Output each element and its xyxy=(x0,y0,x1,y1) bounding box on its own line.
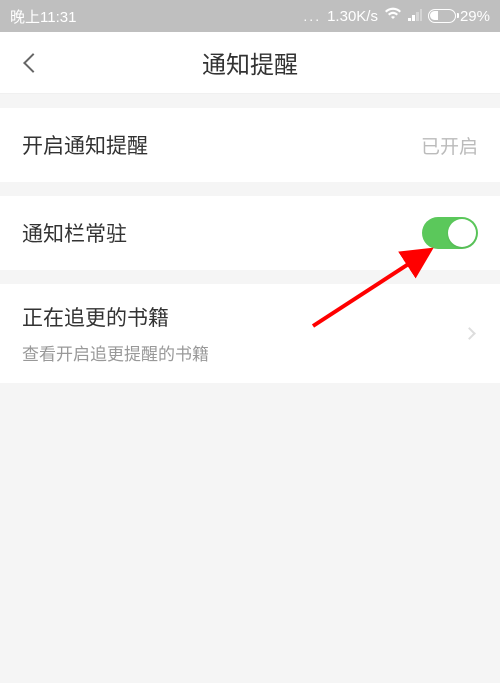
status-right: ... 1.30K/s 29% xyxy=(303,7,490,25)
battery-icon: 29% xyxy=(428,8,490,25)
network-speed: 1.30K/s xyxy=(327,8,378,25)
row-label: 正在追更的书籍 xyxy=(22,302,209,332)
signal-icon xyxy=(408,8,422,25)
nav-header: 通知提醒 xyxy=(0,32,500,94)
row-label: 通知栏常驻 xyxy=(22,218,127,248)
section-gap xyxy=(0,94,500,108)
chevron-right-icon xyxy=(463,327,476,340)
status-dots-icon: ... xyxy=(303,8,321,24)
back-button[interactable] xyxy=(18,48,48,78)
wifi-icon xyxy=(384,7,402,25)
status-bar: 晚上11:31 ... 1.30K/s 29% xyxy=(0,0,500,32)
section-gap xyxy=(0,182,500,196)
row-persistent-notification: 通知栏常驻 xyxy=(0,196,500,270)
persistent-toggle[interactable] xyxy=(422,217,478,249)
row-enable-notifications[interactable]: 开启通知提醒 已开启 xyxy=(0,108,500,182)
row-text-group: 正在追更的书籍 查看开启追更提醒的书籍 xyxy=(22,302,209,365)
status-time: 晚上11:31 xyxy=(10,6,76,27)
row-subtitle: 查看开启追更提醒的书籍 xyxy=(22,340,209,365)
row-value: 已开启 xyxy=(421,132,478,159)
row-following-books[interactable]: 正在追更的书籍 查看开启追更提醒的书籍 xyxy=(0,284,500,383)
battery-percent: 29% xyxy=(460,8,490,25)
section-gap xyxy=(0,270,500,284)
toggle-knob xyxy=(448,219,476,247)
row-label: 开启通知提醒 xyxy=(22,130,148,160)
empty-area xyxy=(0,383,500,683)
page-title: 通知提醒 xyxy=(202,45,298,80)
chevron-left-icon xyxy=(23,53,43,73)
